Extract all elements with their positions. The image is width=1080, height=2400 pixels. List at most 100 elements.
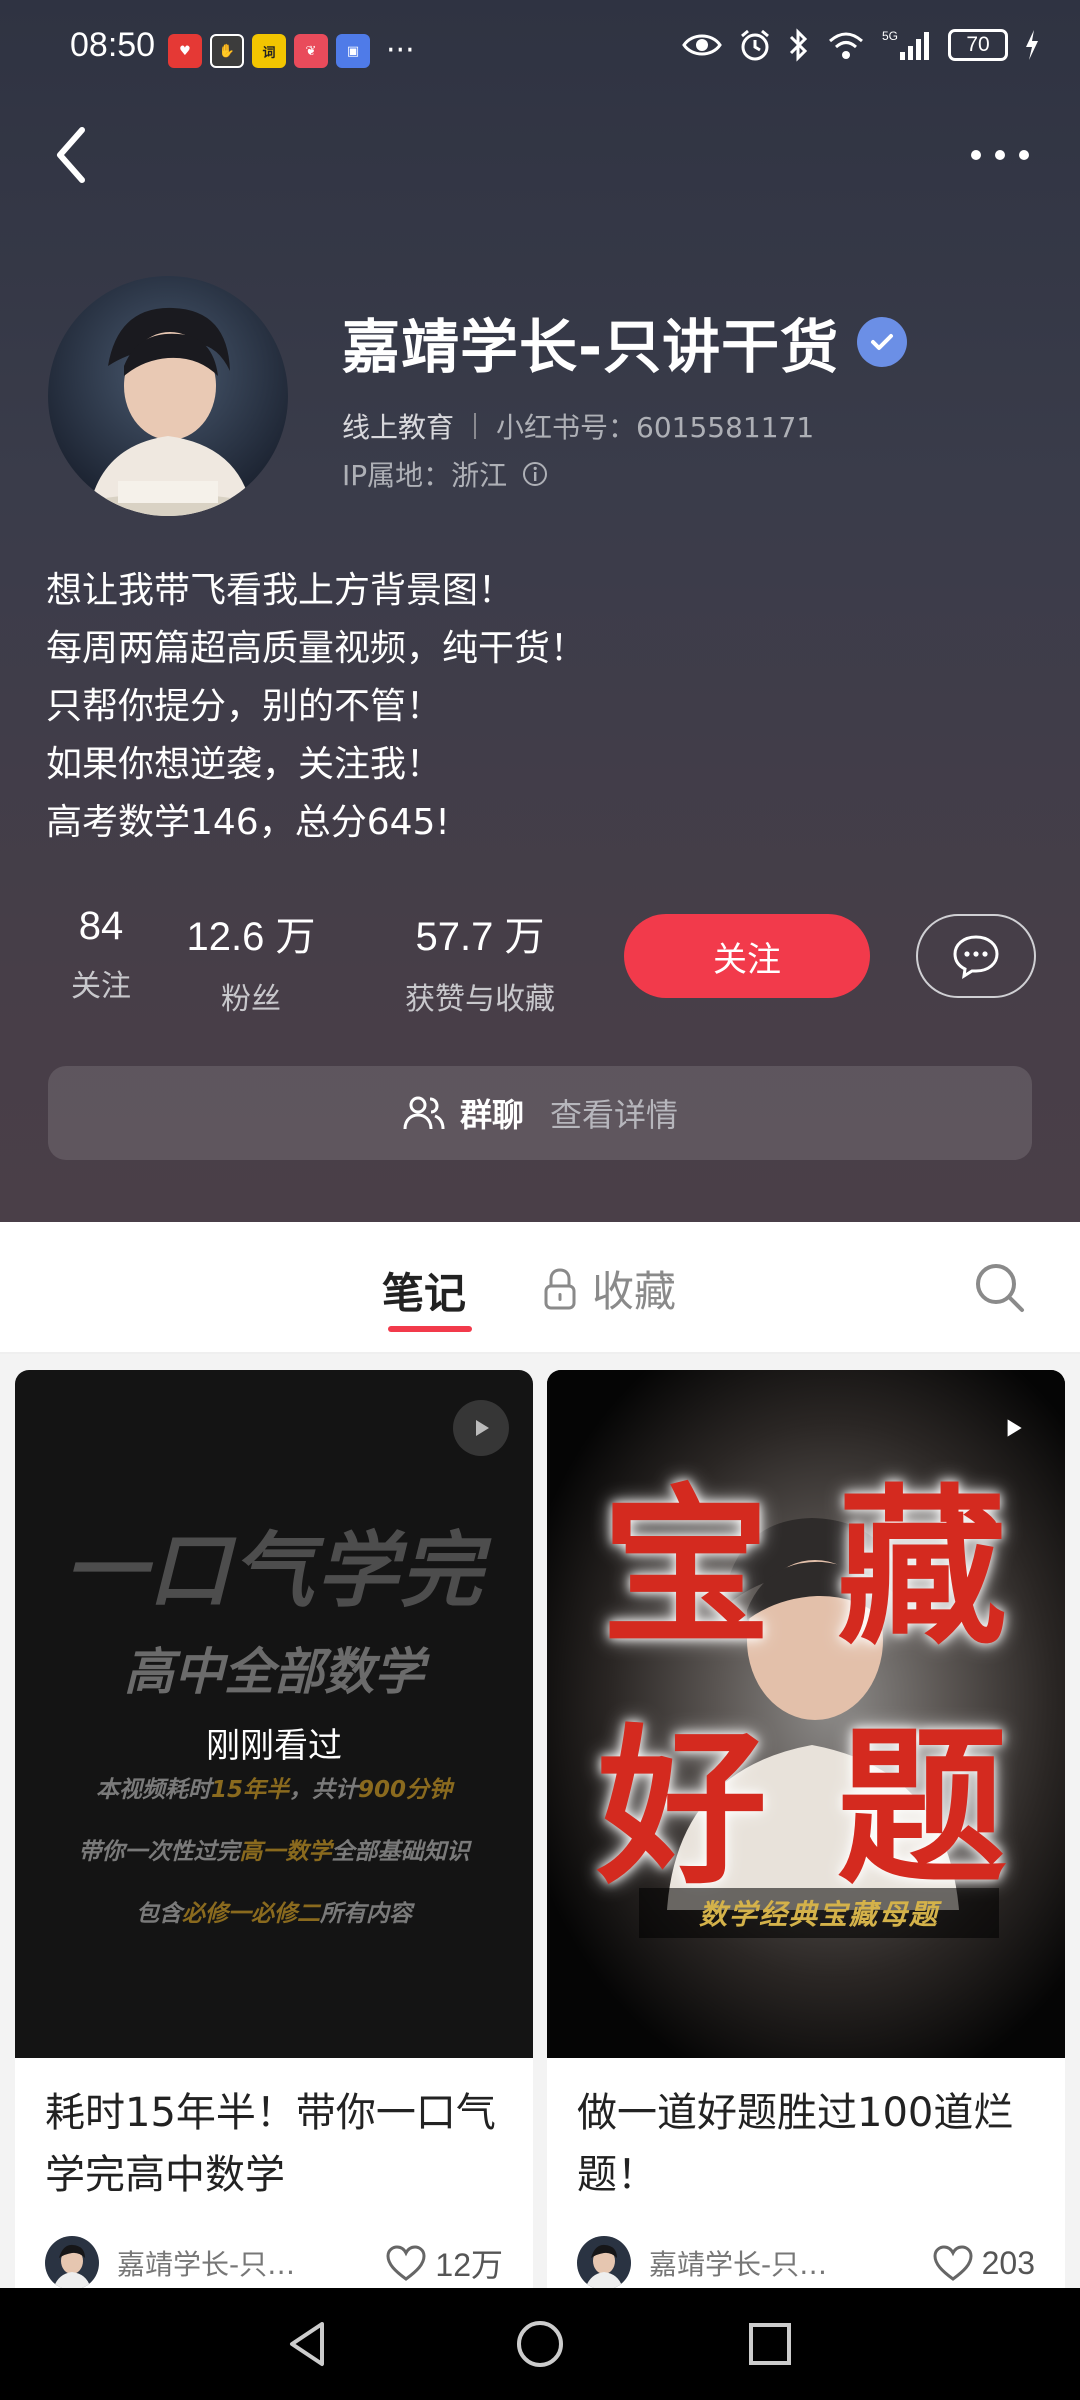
stat-value: 84	[78, 904, 124, 948]
signal-icon: 5G	[882, 29, 929, 60]
note-card[interactable]: 宝 藏 好 题 数学经典宝藏母题 做一道好题胜过100道烂题！ 嘉靖学长-只讲……	[547, 1370, 1065, 2288]
group-chat-detail: 查看详情	[550, 1096, 679, 1134]
cover-char: 藏	[837, 1468, 1008, 1668]
profile-tabs: 笔记 收藏	[0, 1222, 1080, 1354]
play-icon	[1007, 1419, 1022, 1437]
note-footer: 嘉靖学长-只讲… 203	[547, 2236, 1065, 2288]
nav-back-button[interactable]	[278, 2314, 338, 2374]
note-cover[interactable]: 宝 藏 好 题 数学经典宝藏母题	[547, 1370, 1065, 2058]
video-indicator	[985, 1400, 1041, 1456]
profile-avatar[interactable]	[48, 276, 288, 516]
app-hand-icon: ✋	[210, 34, 244, 68]
app-blue-icon: ▣	[336, 34, 370, 68]
name-row: 嘉靖学长-只讲干货	[342, 300, 908, 384]
bio-line: 如果你想逆袭，关注我！	[46, 744, 443, 785]
chevron-left-icon	[57, 127, 85, 183]
nav-recents-button[interactable]	[740, 2314, 800, 2374]
status-bar: 08:50 ♥ ✋ 词 ❦ ▣ ··· 5G 70	[0, 0, 1080, 100]
note-footer: 嘉靖学长-只… 12万	[15, 2236, 533, 2288]
redbook-id: 小红书号：6015581171	[496, 411, 815, 444]
triangle-back-icon	[290, 2322, 324, 2366]
status-time: 08:50	[70, 26, 156, 64]
cover-line: 本视频耗时15年半，共计900分钟	[95, 1777, 453, 1803]
author-name[interactable]: 嘉靖学长-只…	[117, 2243, 317, 2283]
avatar-image	[48, 276, 288, 516]
circle-home-icon	[517, 2321, 563, 2367]
profile-stats: 84 关注 12.6 万 粉丝 57.7 万 获赞与收藏	[46, 904, 600, 1018]
tab-notes[interactable]: 笔记	[382, 1260, 466, 1321]
system-nav-bar	[0, 2288, 1080, 2400]
follow-button[interactable]: 关注	[624, 914, 870, 998]
chat-bubble-icon	[953, 935, 999, 979]
cover-line: 带你一次性过完高一数学全部基础知识	[78, 1839, 470, 1865]
profile-name: 嘉靖学长-只讲干货	[342, 313, 840, 381]
charging-icon	[1026, 30, 1038, 60]
group-chat-bar[interactable]: 群聊 查看详情	[48, 1066, 1032, 1160]
video-indicator	[453, 1400, 509, 1456]
search-notes-button[interactable]	[972, 1260, 1028, 1316]
battery-indicator: 70	[948, 29, 1008, 61]
alarm-icon	[741, 29, 769, 61]
profile-bio: 想让我带飞看我上方背景图！ 每周两篇超高质量视频，纯干货！ 只帮你提分，别的不管…	[46, 562, 586, 852]
bluetooth-icon	[789, 28, 808, 62]
more-dots-icon	[971, 150, 1029, 160]
group-users-icon	[403, 1096, 445, 1130]
profile-category: 线上教育	[342, 411, 455, 444]
bio-line: 只帮你提分，别的不管！	[46, 686, 443, 727]
more-notifications-icon: ···	[386, 33, 415, 68]
note-title[interactable]: 耗时15年半！带你一口气学完高中数学	[15, 2058, 533, 2218]
cover-char: 题	[837, 1708, 1008, 1908]
app-red-icon: ❦	[294, 34, 328, 68]
stat-likes-collects[interactable]: 57.7 万 获赞与收藏	[360, 904, 600, 1018]
stat-label: 粉丝	[221, 982, 281, 1017]
more-options-button[interactable]	[960, 130, 1040, 180]
author-avatar[interactable]	[45, 2236, 99, 2288]
group-chat-title: 群聊	[459, 1096, 524, 1134]
cover-char: 宝	[601, 1468, 772, 1668]
message-button[interactable]	[916, 914, 1036, 998]
bio-line: 想让我带飞看我上方背景图！	[46, 570, 515, 611]
bio-line: 高考数学146，总分645!	[46, 802, 450, 843]
status-icons: 5G 70	[682, 28, 1040, 62]
ip-location-row: IP属地：浙江	[342, 454, 549, 494]
lock-icon	[544, 1267, 576, 1309]
verified-icon	[857, 317, 908, 367]
heart-icon	[933, 2245, 973, 2281]
note-cover[interactable]: 一口气学完 高中全部数学 刚刚看过 本视频耗时15年半，共计900分钟 带你一次…	[15, 1370, 533, 2058]
info-icon[interactable]	[521, 460, 549, 488]
cover-line: 包含必修一必修二所有内容	[136, 1901, 412, 1927]
stat-label: 关注	[71, 969, 131, 1004]
meta-divider	[474, 413, 477, 439]
notes-feed: 一口气学完 高中全部数学 刚刚看过 本视频耗时15年半，共计900分钟 带你一次…	[0, 1354, 1080, 2288]
stat-label: 获赞与收藏	[405, 982, 555, 1017]
play-icon	[476, 1420, 489, 1436]
profile-meta: 线上教育 小红书号：6015581171	[342, 406, 814, 446]
like-count: 203	[981, 2244, 1035, 2281]
ip-location: IP属地：浙江	[342, 459, 508, 492]
note-card[interactable]: 一口气学完 高中全部数学 刚刚看过 本视频耗时15年半，共计900分钟 带你一次…	[15, 1370, 533, 2288]
tab-favorites-label: 收藏	[592, 1267, 677, 1316]
author-avatar[interactable]	[577, 2236, 631, 2288]
search-icon	[976, 1264, 1024, 1312]
tab-favorites[interactable]: 收藏	[542, 1258, 676, 1319]
back-button[interactable]	[48, 120, 108, 190]
stat-followers[interactable]: 12.6 万 粉丝	[156, 904, 346, 1018]
author-name[interactable]: 嘉靖学长-只讲…	[649, 2243, 849, 2283]
like-button[interactable]: 203	[932, 2244, 1035, 2282]
wifi-icon	[829, 32, 863, 59]
recently-viewed-label: 刚刚看过	[206, 1726, 342, 1766]
like-button[interactable]: 12万	[385, 2240, 503, 2286]
note-title[interactable]: 做一道好题胜过100道烂题！	[547, 2058, 1065, 2218]
cover-subhead: 高中全部数学	[124, 1643, 424, 1701]
square-recents-icon	[749, 2323, 791, 2365]
cover-headline: 一口气学完	[64, 1524, 484, 1619]
like-count: 12万	[435, 2247, 503, 2283]
app-yellow-icon: 词	[252, 34, 286, 68]
stat-value: 57.7 万	[415, 915, 545, 959]
app-heart-icon: ♥	[168, 34, 202, 68]
stat-following[interactable]: 84 关注	[46, 904, 156, 1018]
active-tab-indicator	[388, 1326, 472, 1332]
nav-home-button[interactable]	[510, 2314, 570, 2374]
eye-icon	[682, 34, 722, 56]
bio-line: 每周两篇超高质量视频，纯干货！	[46, 628, 587, 669]
